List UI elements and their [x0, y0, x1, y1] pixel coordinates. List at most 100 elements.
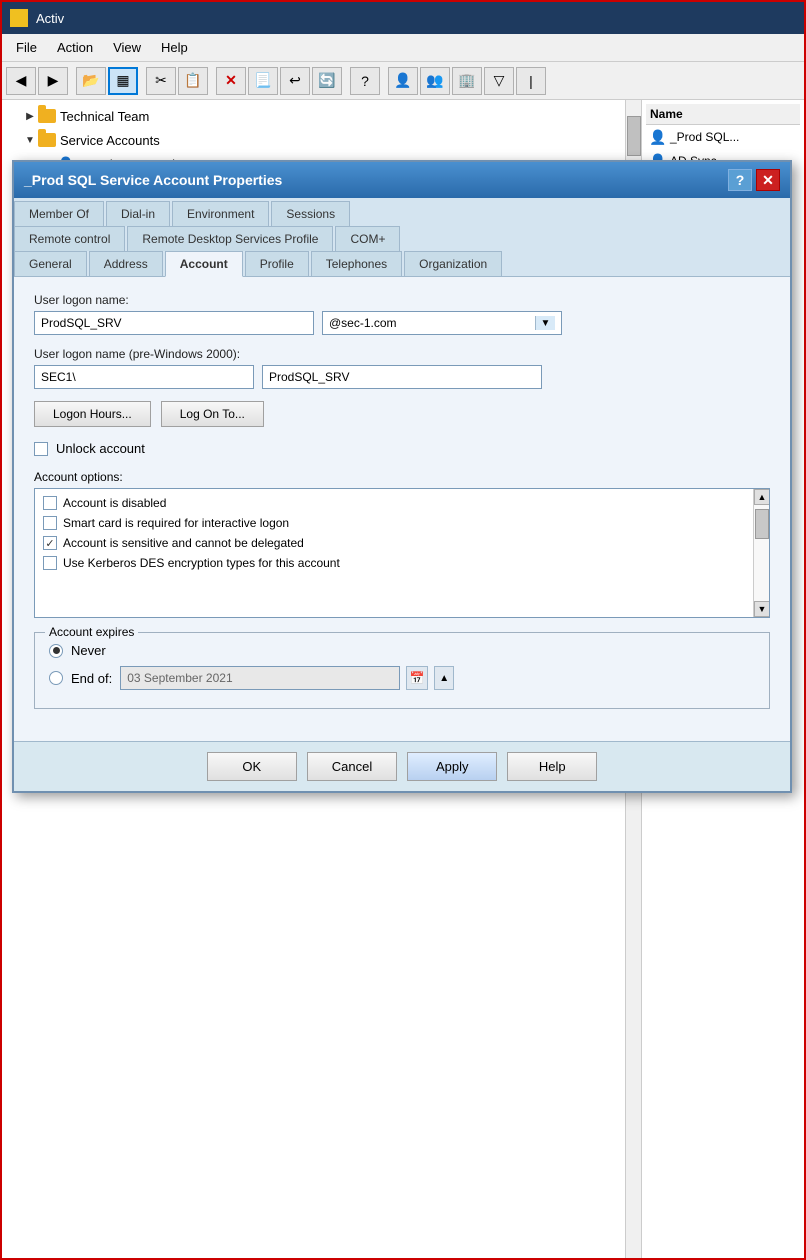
tree-item-service-accounts[interactable]: ▼ Service Accounts: [2, 128, 641, 152]
account-options-list: Account is disabled Smart card is requir…: [34, 488, 770, 618]
option-smart-card[interactable]: Smart card is required for interactive l…: [35, 513, 769, 533]
tab-organization[interactable]: Organization: [404, 251, 502, 276]
scroll-down-arrow[interactable]: ▼: [754, 601, 770, 617]
tree-arrow-technical-team: ▶: [22, 108, 38, 124]
option-smartcard-label: Smart card is required for interactive l…: [63, 516, 289, 530]
calendar-icon-button[interactable]: 📅: [406, 666, 428, 690]
pre2000-prefix-input[interactable]: [34, 365, 254, 389]
org-button[interactable]: 🏢: [452, 67, 482, 95]
dialog-help-button[interactable]: ?: [728, 169, 752, 191]
delete-button[interactable]: ✕: [216, 67, 246, 95]
tab-general[interactable]: General: [14, 251, 87, 276]
date-up-arrow[interactable]: ▲: [434, 666, 454, 690]
logon-name-input[interactable]: [34, 311, 314, 335]
app-title: Activ: [36, 11, 64, 26]
cut-button[interactable]: ✂: [146, 67, 176, 95]
tabs-row-2: Remote control Remote Desktop Services P…: [14, 226, 790, 251]
option-disabled-label: Account is disabled: [63, 496, 166, 510]
toolbar: ◀ ▶ 📂 ▦ ✂ 📋 ✕ 📃 ↩ 🔄 ? 👤 👥 🏢 ▽ |: [2, 62, 804, 100]
cancel-button[interactable]: Cancel: [307, 752, 397, 781]
scroll-track: [754, 505, 769, 601]
option-disabled-checkbox[interactable]: [43, 496, 57, 510]
user-icon-right-1: 👤: [650, 129, 666, 145]
copy-button[interactable]: 📋: [178, 67, 208, 95]
domain-select[interactable]: @sec-1.com ▼: [322, 311, 562, 335]
account-options-label: Account options:: [34, 470, 770, 484]
tab-sessions[interactable]: Sessions: [271, 201, 350, 226]
tabs-row-3: General Address Account Profile Telephon…: [14, 251, 790, 277]
rename-button[interactable]: ↩: [280, 67, 310, 95]
tab-account[interactable]: Account: [165, 251, 243, 277]
logon-hours-button[interactable]: Logon Hours...: [34, 401, 151, 427]
options-list-content: Account is disabled Smart card is requir…: [35, 489, 769, 577]
tab-member-of[interactable]: Member Of: [14, 201, 104, 226]
tree-scrollbar-thumb: [627, 116, 641, 156]
list-button[interactable]: ▦: [108, 67, 138, 95]
scroll-up-arrow[interactable]: ▲: [754, 489, 770, 505]
tree-arrow-service-accounts: ▼: [22, 132, 38, 148]
tab-address[interactable]: Address: [89, 251, 163, 276]
account-expires-group: Account expires Never End of: 📅: [34, 632, 770, 709]
back-button[interactable]: ◀: [6, 67, 36, 95]
option-kerberos-label: Use Kerberos DES encryption types for th…: [63, 556, 340, 570]
users-button[interactable]: 👤: [388, 67, 418, 95]
domain-select-value: @sec-1.com: [329, 316, 535, 330]
apply-button[interactable]: Apply: [407, 752, 497, 781]
date-input-field[interactable]: [120, 666, 400, 690]
pre2000-row: [34, 365, 770, 389]
forward-button[interactable]: ▶: [38, 67, 68, 95]
tab-remote-control[interactable]: Remote control: [14, 226, 125, 251]
unlock-account-checkbox[interactable]: [34, 442, 48, 456]
logon-name-row: @sec-1.com ▼: [34, 311, 770, 335]
dialog: _Prod SQL Service Account Properties ? ✕…: [12, 160, 792, 793]
unlock-account-label: Unlock account: [56, 441, 145, 456]
menu-view[interactable]: View: [103, 37, 151, 58]
properties-button[interactable]: 📃: [248, 67, 278, 95]
option-kerberos-des[interactable]: Use Kerberos DES encryption types for th…: [35, 553, 769, 573]
extra-button[interactable]: |: [516, 67, 546, 95]
title-bar: Activ: [2, 2, 804, 34]
groups-button[interactable]: 👥: [420, 67, 450, 95]
tab-telephones[interactable]: Telephones: [311, 251, 402, 276]
pre2000-label: User logon name (pre-Windows 2000):: [34, 347, 770, 361]
right-item-prod-sql[interactable]: 👤 _Prod SQL...: [646, 125, 800, 149]
option-sensitive-checkbox[interactable]: [43, 536, 57, 550]
never-radio[interactable]: [49, 644, 63, 658]
menu-file[interactable]: File: [6, 37, 47, 58]
end-of-label: End of:: [71, 671, 112, 686]
right-panel-header: Name: [646, 104, 800, 125]
help-footer-button[interactable]: Help: [507, 752, 597, 781]
menu-action[interactable]: Action: [47, 37, 103, 58]
menu-help[interactable]: Help: [151, 37, 198, 58]
option-kerberos-checkbox[interactable]: [43, 556, 57, 570]
log-on-to-button[interactable]: Log On To...: [161, 401, 264, 427]
app-icon: [10, 9, 28, 27]
option-smartcard-checkbox[interactable]: [43, 516, 57, 530]
tab-profile[interactable]: Profile: [245, 251, 309, 276]
dialog-footer: OK Cancel Apply Help: [14, 741, 790, 791]
pre2000-suffix-input[interactable]: [262, 365, 542, 389]
date-input-row: 📅 ▲: [120, 666, 454, 690]
refresh-button[interactable]: 🔄: [312, 67, 342, 95]
tree-label-technical-team: Technical Team: [60, 109, 149, 124]
ok-button[interactable]: OK: [207, 752, 297, 781]
help-button[interactable]: ?: [350, 67, 380, 95]
option-sensitive[interactable]: Account is sensitive and cannot be deleg…: [35, 533, 769, 553]
unlock-account-row: Unlock account: [34, 441, 770, 456]
tab-rdp-profile[interactable]: Remote Desktop Services Profile: [127, 226, 333, 251]
never-label: Never: [71, 643, 106, 658]
folder-icon-technical-team: [38, 109, 56, 123]
open-button[interactable]: 📂: [76, 67, 106, 95]
end-of-radio[interactable]: [49, 671, 63, 685]
tab-environment[interactable]: Environment: [172, 201, 269, 226]
filter-button[interactable]: ▽: [484, 67, 514, 95]
option-account-disabled[interactable]: Account is disabled: [35, 493, 769, 513]
scroll-thumb: [755, 509, 769, 539]
dialog-close-button[interactable]: ✕: [756, 169, 780, 191]
tree-item-technical-team[interactable]: ▶ Technical Team: [2, 104, 641, 128]
options-scrollbar[interactable]: ▲ ▼: [753, 489, 769, 617]
folder-icon-service-accounts: [38, 133, 56, 147]
tab-dial-in[interactable]: Dial-in: [106, 201, 170, 226]
expires-legend: Account expires: [45, 625, 138, 639]
tab-com[interactable]: COM+: [335, 226, 400, 251]
